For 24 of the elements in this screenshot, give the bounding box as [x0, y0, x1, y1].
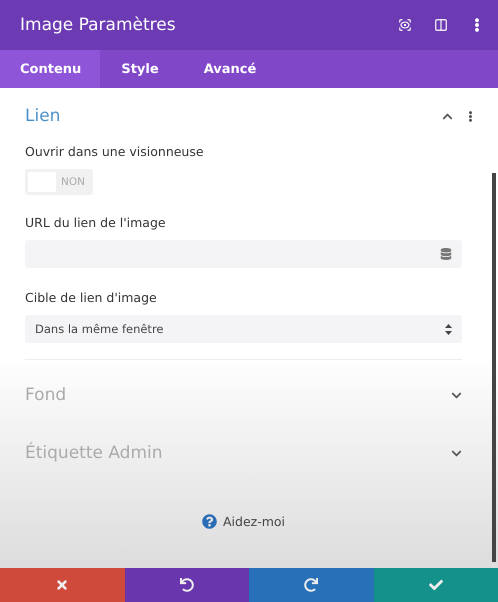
scrollbar[interactable]: [492, 173, 496, 562]
help-link[interactable]: Aidez-moi: [202, 514, 286, 529]
tab[interactable]: Style: [100, 50, 180, 88]
sidebar-icon[interactable]: [434, 18, 448, 32]
tab[interactable]: Avancé: [180, 50, 280, 88]
input-field[interactable]: [25, 240, 462, 268]
chevron-down-icon[interactable]: [451, 448, 462, 458]
check-icon: [428, 578, 443, 592]
chevron-up-icon[interactable]: [442, 110, 453, 122]
help-icon: [202, 514, 217, 529]
field-label: Ouvrir dans une visionneuse: [25, 144, 205, 159]
window-title: Image Paramètres: [20, 15, 177, 35]
field-label: Cible de lien d'image: [25, 290, 158, 305]
undo-icon: [180, 578, 194, 592]
close-icon: [55, 578, 70, 592]
select-field[interactable]: Dans la même fenêtre: [25, 315, 462, 343]
redo-icon: [304, 578, 318, 592]
field-label: URL du lien de l'image: [25, 215, 167, 230]
database-icon[interactable]: [440, 248, 452, 260]
tab[interactable]: Contenu: [0, 50, 100, 88]
focus-icon[interactable]: [398, 18, 412, 32]
chevron-down-icon[interactable]: [451, 390, 462, 400]
section-title[interactable]: Lien: [25, 106, 430, 126]
sort-arrows-icon: [445, 324, 452, 334]
